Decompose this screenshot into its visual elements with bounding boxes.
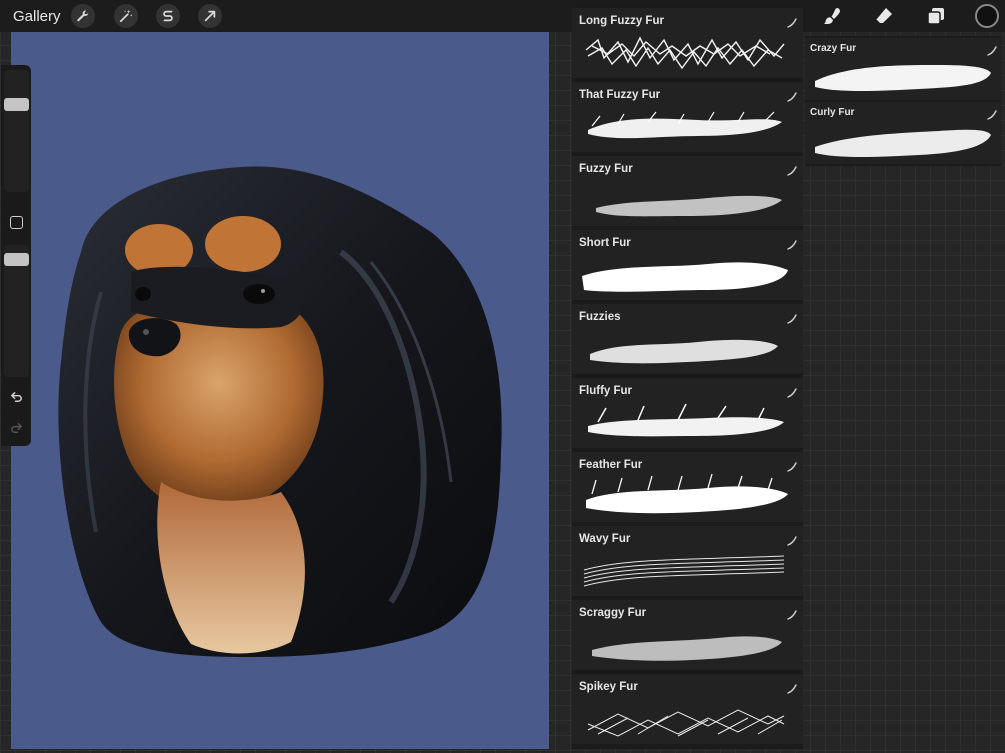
brush-edit-icon[interactable] — [787, 89, 797, 102]
brush-set-panel: Crazy Fur Curly Fur — [805, 36, 1001, 166]
brush-name: Scraggy Fur — [579, 607, 647, 619]
brush-name: Fluffy Fur — [579, 385, 633, 397]
left-sidebar — [1, 65, 31, 446]
brush-stroke-preview — [815, 129, 991, 157]
redo-icon[interactable] — [9, 420, 24, 435]
brush-name: Fuzzy Fur — [579, 163, 633, 175]
brush-icon[interactable] — [819, 4, 845, 28]
brush-item[interactable]: Spikey Fur — [572, 674, 803, 744]
brush-item[interactable]: Wavy Fur — [572, 526, 803, 596]
selection-s-icon[interactable] — [156, 4, 180, 28]
brush-name: That Fuzzy Fur — [579, 89, 661, 101]
brush-size-slider[interactable] — [4, 70, 29, 192]
brush-size-thumb[interactable] — [4, 98, 29, 111]
brush-name: Short Fur — [579, 237, 631, 249]
brush-stroke-preview — [586, 473, 788, 514]
dog-painting — [58, 166, 502, 657]
brush-stroke-preview — [585, 36, 785, 70]
brush-name: Feather Fur — [579, 459, 643, 471]
brush-item[interactable]: Long Fuzzy Fur — [572, 8, 803, 78]
brush-edit-icon[interactable] — [987, 107, 997, 120]
brush-stroke-preview — [590, 339, 778, 364]
opacity-thumb[interactable] — [4, 253, 29, 266]
brush-library-list: Long Fuzzy Fur That Fuzzy Fur Fuzzy Fur … — [572, 4, 803, 749]
brush-edit-icon[interactable] — [787, 607, 797, 620]
modify-button[interactable] — [10, 216, 23, 229]
brush-item[interactable]: Feather Fur — [572, 452, 803, 522]
brush-item[interactable]: Fluffy Fur — [572, 378, 803, 448]
brush-stroke-preview — [592, 636, 782, 661]
brush-stroke-preview — [588, 403, 784, 437]
brush-edit-icon[interactable] — [787, 533, 797, 546]
brush-edit-icon[interactable] — [787, 237, 797, 250]
drawing-canvas[interactable] — [11, 32, 549, 749]
wrench-icon[interactable] — [71, 4, 95, 28]
color-picker-swatch[interactable] — [975, 4, 999, 28]
brush-stroke-preview — [583, 555, 785, 587]
brush-name: Fuzzies — [579, 311, 621, 323]
layers-icon[interactable] — [923, 4, 949, 28]
magic-wand-icon[interactable] — [114, 4, 138, 28]
top-toolbar: Gallery — [0, 0, 1005, 32]
brush-item[interactable]: That Fuzzy Fur — [572, 82, 803, 152]
brush-stroke-preview — [582, 262, 788, 292]
brush-edit-icon[interactable] — [987, 43, 997, 56]
brush-edit-icon[interactable] — [787, 311, 797, 324]
brush-name: Spikey Fur — [579, 681, 638, 693]
brush-item[interactable]: Fuzzies — [572, 304, 803, 374]
brush-edit-icon[interactable] — [787, 681, 797, 694]
undo-icon[interactable] — [9, 389, 24, 404]
eraser-icon[interactable] — [871, 4, 897, 28]
brush-stroke-preview — [587, 709, 785, 737]
brush-item[interactable]: Scraggy Fur — [572, 600, 803, 670]
brush-stroke-preview — [815, 65, 991, 91]
gallery-button[interactable]: Gallery — [13, 8, 61, 25]
brush-name: Wavy Fur — [579, 533, 631, 545]
brush-edit-icon[interactable] — [787, 15, 797, 28]
brush-edit-icon[interactable] — [787, 385, 797, 398]
brush-item[interactable]: Fuzzy Fur — [572, 156, 803, 226]
brush-item[interactable]: Curly Fur — [805, 102, 1001, 164]
brush-item[interactable]: Short Fur — [572, 230, 803, 300]
brush-edit-icon[interactable] — [787, 459, 797, 472]
brush-stroke-preview — [588, 111, 782, 139]
brush-edit-icon[interactable] — [787, 163, 797, 176]
transform-arrow-icon[interactable] — [198, 4, 222, 28]
brush-name: Long Fuzzy Fur — [579, 15, 664, 27]
brush-stroke-preview — [596, 195, 782, 217]
brush-item[interactable]: Crazy Fur — [805, 38, 1001, 100]
